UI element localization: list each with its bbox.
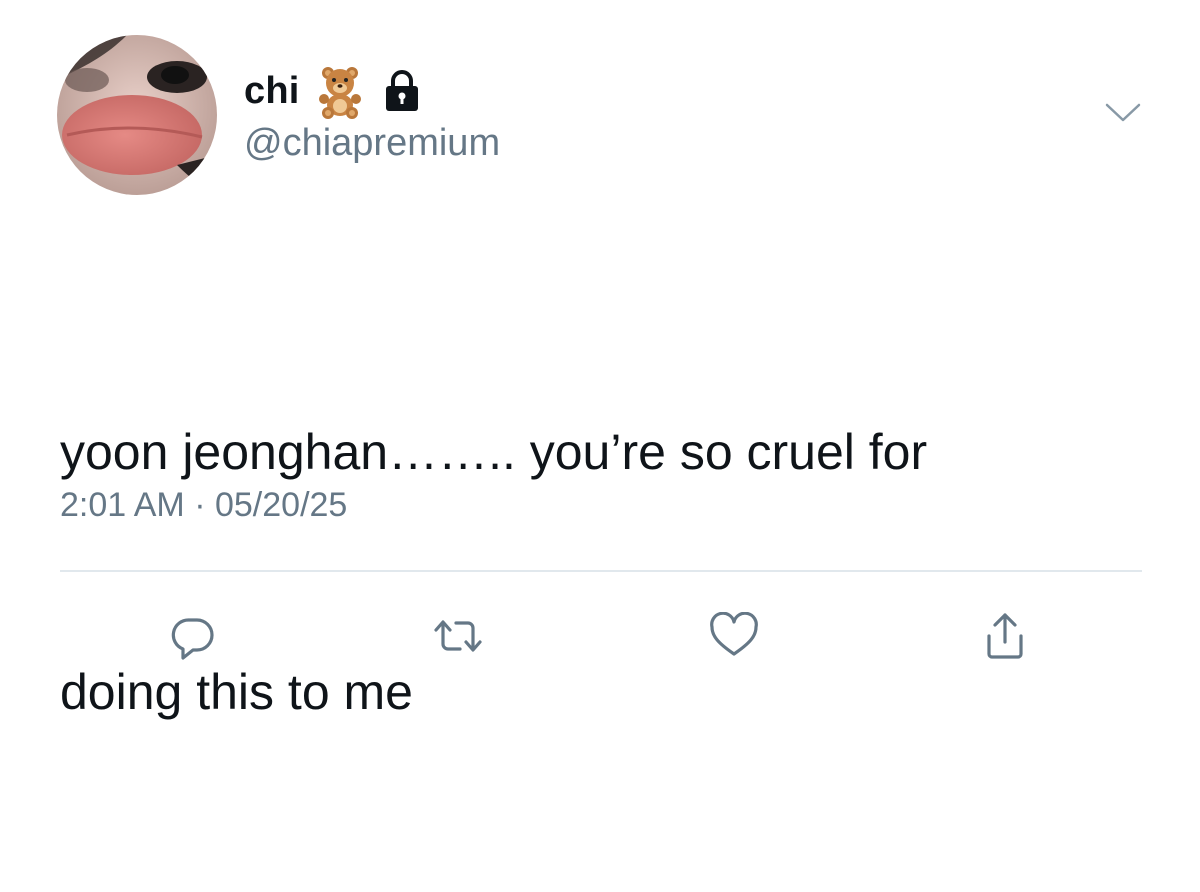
display-name[interactable]: chi — [244, 70, 300, 113]
timestamp-separator: · — [194, 486, 206, 524]
tweet-text: yoon jeonghan…….. you’re so cruel for do… — [60, 252, 1160, 892]
name-row: chi — [244, 63, 422, 119]
chevron-down-icon[interactable] — [1103, 100, 1143, 126]
share-icon — [981, 610, 1029, 662]
retweet-button[interactable] — [430, 608, 486, 664]
tweet-card: chi @chiapremium yoon jeonghan…….. you’r… — [0, 0, 1200, 720]
tweet-text-line: yoon jeonghan…….. you’re so cruel for — [60, 424, 928, 480]
lock-icon — [382, 69, 422, 113]
reply-icon — [169, 612, 217, 660]
share-button[interactable] — [977, 608, 1033, 664]
like-button[interactable] — [706, 608, 762, 664]
divider — [60, 570, 1142, 572]
heart-icon — [708, 612, 760, 660]
tweet-text-line: doing this to me — [60, 664, 413, 720]
retweet-icon — [430, 612, 486, 660]
reply-button[interactable] — [165, 608, 221, 664]
user-handle[interactable]: @chiapremium — [244, 122, 500, 165]
tweet-date[interactable]: 05/20/25 — [215, 486, 347, 524]
timestamp: 2:01 AM · 05/20/25 — [60, 486, 347, 525]
avatar[interactable] — [57, 35, 217, 195]
tweet-time[interactable]: 2:01 AM — [60, 486, 185, 524]
teddy-bear-icon — [312, 63, 368, 119]
